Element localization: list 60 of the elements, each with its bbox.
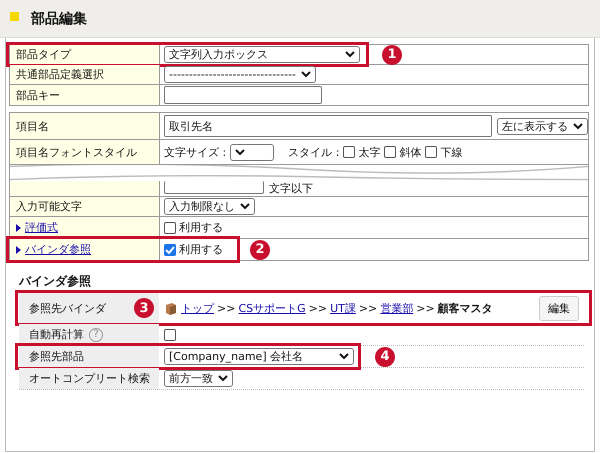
callout-badge: 4 <box>375 346 395 366</box>
breadcrumb-separator: >> <box>358 302 378 314</box>
chevron-icon <box>240 203 250 210</box>
breadcrumb-link[interactable]: トップ <box>181 300 214 316</box>
breadcrumb-link[interactable]: CSサポートG <box>238 300 306 316</box>
checkbox[interactable] <box>164 222 176 234</box>
binder-icon <box>164 301 178 315</box>
breadcrumb-separator: >> <box>217 302 236 314</box>
field-label: 項目名 <box>10 113 160 139</box>
dropdown[interactable]: -------------------------------- <box>164 66 316 83</box>
checkbox[interactable] <box>343 146 356 158</box>
callout-badge: 2 <box>250 240 270 260</box>
checkbox-label: 利用する <box>179 220 223 235</box>
chevron-icon <box>339 353 349 360</box>
chevron-icon <box>345 51 355 58</box>
dropdown[interactable]: 入力制限なし <box>164 198 255 215</box>
callout-badge: 1 <box>382 44 402 64</box>
checkbox[interactable] <box>164 328 176 340</box>
checkbox[interactable] <box>164 244 176 256</box>
field-label: 項目名フォントスタイル <box>10 140 160 164</box>
edit-button[interactable]: 編集 <box>539 296 579 320</box>
checkbox-label: 下線 <box>440 144 462 160</box>
chevron-icon <box>301 71 312 78</box>
expand-icon[interactable] <box>16 246 21 254</box>
field-label: 部品キー <box>10 85 160 105</box>
checkbox-label: 斜体 <box>399 144 422 160</box>
dropdown[interactable] <box>230 144 274 160</box>
breadcrumb-separator: >> <box>416 302 435 314</box>
breadcrumb-current: 顧客マスタ <box>438 300 493 316</box>
unit-label: 文字以下 <box>269 181 313 196</box>
chevron-icon <box>573 122 583 130</box>
field-label: 入力可能文字 <box>10 197 160 216</box>
checkbox[interactable] <box>425 146 438 158</box>
field-label: 部品タイプ <box>10 45 160 64</box>
chevron-icon <box>235 148 246 156</box>
breadcrumb-link[interactable]: 営業部 <box>380 300 414 316</box>
dropdown[interactable]: 前方一致 <box>164 370 233 387</box>
checkbox[interactable] <box>384 146 396 158</box>
field-label: 参照先バインダ <box>29 300 106 316</box>
style-label: スタイル : <box>288 144 340 160</box>
field-label: 自動再計算 <box>29 327 84 342</box>
size-label: 文字サイズ : <box>164 144 226 160</box>
section-title: バインダ参照 <box>19 273 92 290</box>
page-title: 部品編集 <box>31 10 87 28</box>
breadcrumb-separator: >> <box>308 302 328 314</box>
dropdown[interactable]: [Company_name] 会社名 <box>164 348 354 365</box>
field-label: 参照先部品 <box>29 349 84 364</box>
breadcrumb-link[interactable]: UT課 <box>330 300 356 316</box>
section-link[interactable]: 評価式 <box>25 220 58 235</box>
input-field[interactable] <box>164 86 322 104</box>
chevron-icon <box>218 375 228 382</box>
field-label: 共通部品定義選択 <box>10 65 160 84</box>
input-field[interactable]: 取引先名 <box>164 115 492 137</box>
dropdown[interactable]: 文字列入力ボックス <box>164 46 360 63</box>
checkbox-label: 利用する <box>179 242 223 257</box>
expand-icon[interactable] <box>16 224 21 232</box>
checkbox-label: 太字 <box>358 144 380 160</box>
field-label: オートコンプリート検索 <box>29 371 150 386</box>
input-field[interactable] <box>164 181 264 194</box>
dropdown[interactable]: 左に表示する <box>497 118 588 134</box>
